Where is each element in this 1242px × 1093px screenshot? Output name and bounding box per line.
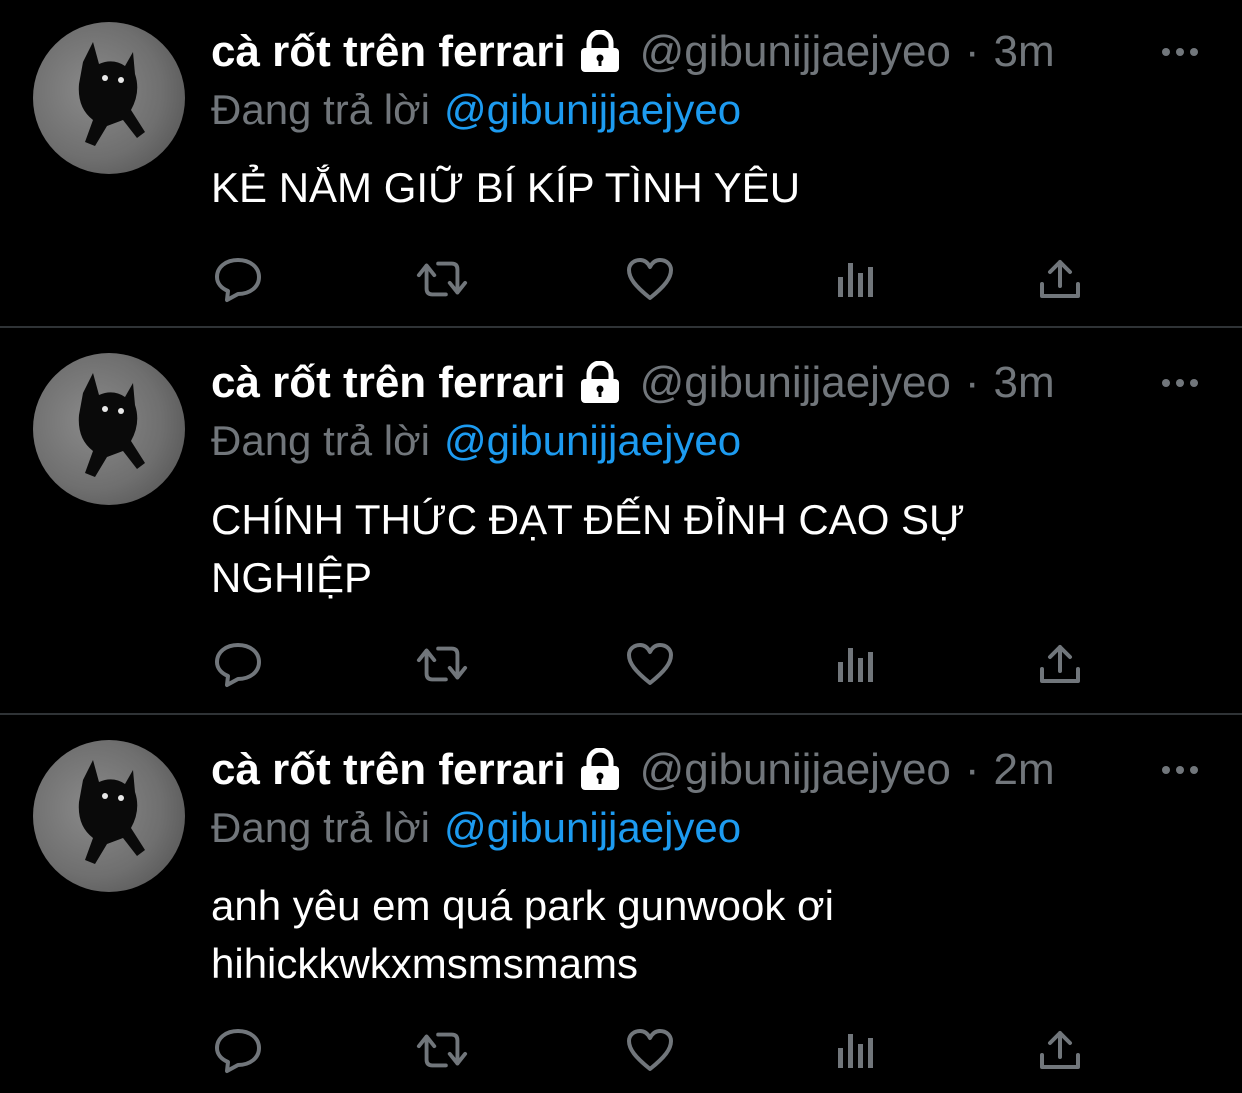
- replying-prefix: Đang trả lời: [211, 804, 430, 851]
- separator: ·: [964, 745, 980, 794]
- replying-prefix: Đang trả lời: [211, 86, 430, 133]
- timestamp[interactable]: 3m: [994, 27, 1055, 77]
- replying-to: Đang trả lời @gibunijjaejyeo: [211, 80, 741, 140]
- share-icon[interactable]: [1033, 1025, 1087, 1075]
- tweet-header: cà rốt trên ferrari @gibunijjaejyeo · 3m: [211, 353, 1055, 413]
- action-bar: [211, 254, 1111, 304]
- timestamp[interactable]: 2m: [994, 745, 1055, 795]
- separator: ·: [964, 358, 980, 407]
- handle[interactable]: @gibunijjaejyeo: [640, 358, 951, 408]
- timestamp[interactable]: 3m: [994, 358, 1055, 408]
- display-name[interactable]: cà rốt trên ferrari: [211, 27, 566, 77]
- tweet-header: cà rốt trên ferrari @gibunijjaejyeo · 2m: [211, 740, 1055, 800]
- retweet-icon[interactable]: [415, 1025, 469, 1075]
- mention-link[interactable]: @gibunijjaejyeo: [444, 86, 741, 134]
- analytics-icon[interactable]: [829, 1025, 883, 1075]
- action-bar: [211, 1025, 1111, 1075]
- share-icon[interactable]: [1033, 254, 1087, 304]
- heart-icon[interactable]: [623, 1025, 677, 1075]
- reply-icon[interactable]: [211, 1025, 265, 1075]
- mention-link[interactable]: @gibunijjaejyeo: [444, 804, 741, 852]
- heart-icon[interactable]: [623, 639, 677, 689]
- tweet-text: anh yêu em quá park gunwook ơi hihickkwk…: [211, 882, 834, 987]
- tweet-header: cà rốt trên ferrari @gibunijjaejyeo · 3m: [211, 22, 1055, 82]
- replying-prefix: Đang trả lời: [211, 417, 430, 464]
- separator: ·: [964, 27, 980, 76]
- retweet-icon[interactable]: [415, 639, 469, 689]
- action-bar: [211, 639, 1111, 689]
- reply-icon[interactable]: [211, 254, 265, 304]
- display-name[interactable]: cà rốt trên ferrari: [211, 745, 566, 795]
- tweet-1[interactable]: cà rốt trên ferrari @gibunijjaejyeo · 3m…: [0, 22, 1242, 326]
- lock-icon: [578, 747, 622, 792]
- analytics-icon[interactable]: [829, 254, 883, 304]
- black-cat-avatar-image: [78, 373, 145, 477]
- lock-icon: [578, 29, 622, 74]
- handle[interactable]: @gibunijjaejyeo: [640, 745, 951, 795]
- divider: [0, 326, 1242, 328]
- tweet-text: CHÍNH THỨC ĐẠT ĐẾN ĐỈNH CAO SỰ NGHIỆP: [211, 496, 965, 601]
- tweet-3[interactable]: cà rốt trên ferrari @gibunijjaejyeo · 2m…: [0, 740, 1242, 1093]
- tweet-2[interactable]: cà rốt trên ferrari @gibunijjaejyeo · 3m…: [0, 353, 1242, 715]
- more-dots-icon[interactable]: [1158, 740, 1202, 800]
- black-cat-avatar-image: [78, 760, 145, 864]
- avatar[interactable]: [33, 22, 185, 174]
- more-dots-icon[interactable]: [1158, 353, 1202, 413]
- lock-icon: [578, 360, 622, 405]
- handle[interactable]: @gibunijjaejyeo: [640, 27, 951, 77]
- reply-icon[interactable]: [211, 639, 265, 689]
- replying-to: Đang trả lời @gibunijjaejyeo: [211, 798, 741, 858]
- replying-to: Đang trả lời @gibunijjaejyeo: [211, 411, 741, 471]
- avatar[interactable]: [33, 353, 185, 505]
- more-dots-icon[interactable]: [1158, 22, 1202, 82]
- black-cat-avatar-image: [78, 42, 145, 146]
- analytics-icon[interactable]: [829, 639, 883, 689]
- tweet-text: KẺ NẮM GIỮ BÍ KÍP TÌNH YÊU: [211, 164, 801, 211]
- retweet-icon[interactable]: [415, 254, 469, 304]
- display-name[interactable]: cà rốt trên ferrari: [211, 358, 566, 408]
- mention-link[interactable]: @gibunijjaejyeo: [444, 417, 741, 465]
- heart-icon[interactable]: [623, 254, 677, 304]
- share-icon[interactable]: [1033, 639, 1087, 689]
- divider: [0, 713, 1242, 715]
- avatar[interactable]: [33, 740, 185, 892]
